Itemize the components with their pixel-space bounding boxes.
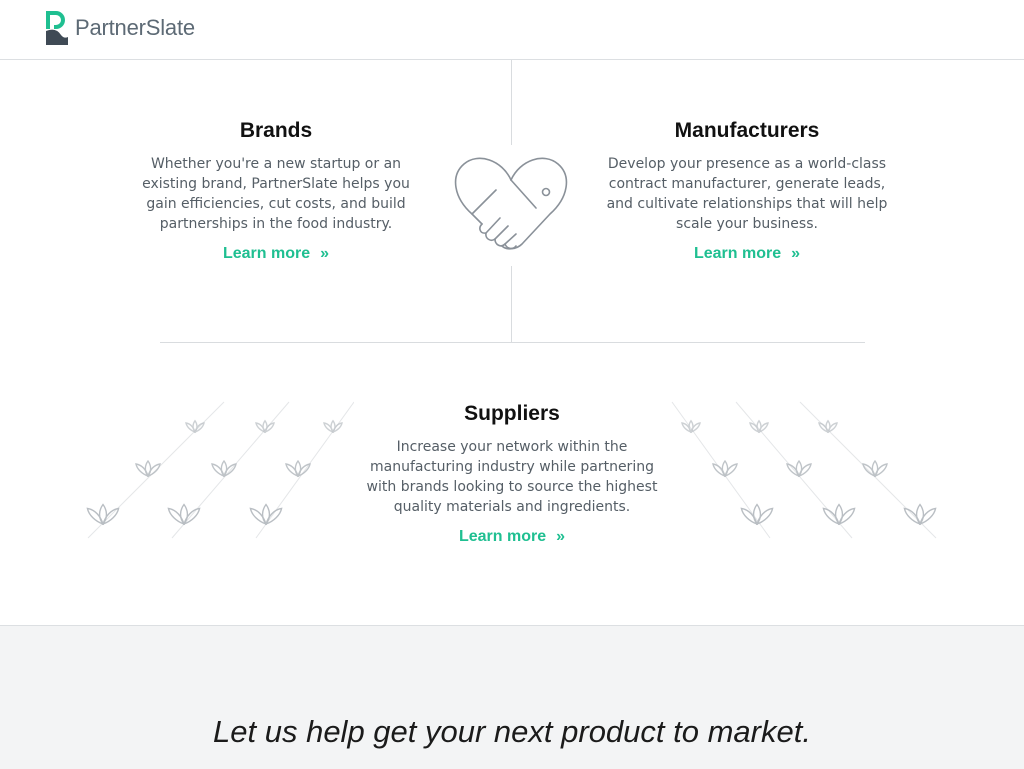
manufacturers-description: Develop your presence as a world-class c… <box>606 156 888 232</box>
vertical-divider-top <box>511 60 512 145</box>
sprout-icon <box>167 503 201 526</box>
suppliers-description: Increase your network within the manufac… <box>366 439 658 515</box>
learn-more-label: Learn more <box>458 528 547 545</box>
sprout-icon <box>681 419 701 434</box>
site-header: PartnerSlate <box>0 0 1024 60</box>
sprout-icon <box>135 459 161 478</box>
handshake-heart-icon <box>454 157 568 250</box>
sprout-pattern-right <box>671 401 937 539</box>
vertical-divider-bottom <box>511 266 512 342</box>
suppliers-learn-more-link[interactable]: Learn more » <box>459 528 565 546</box>
chevron-right-icon: » <box>791 245 801 262</box>
sprout-icon <box>249 503 283 526</box>
diagonal-stem-line <box>671 401 771 539</box>
sprout-icon <box>903 503 937 526</box>
brands-description: Whether you're a new startup or an exist… <box>142 156 410 232</box>
chevron-right-icon: » <box>556 528 566 545</box>
logo-link[interactable]: PartnerSlate <box>46 11 195 45</box>
partnerslate-logo-icon <box>46 11 68 45</box>
sprout-icon <box>818 419 838 434</box>
horizontal-divider <box>160 342 865 343</box>
learn-more-label: Learn more <box>693 245 782 262</box>
sprout-icon <box>749 419 769 434</box>
diagonal-stem-line <box>255 401 354 539</box>
manufacturers-title: Manufacturers <box>674 119 820 142</box>
sprout-icon <box>822 503 856 526</box>
brands-section: Brands Whether you're a new startup or a… <box>140 118 412 263</box>
sprout-icon <box>786 459 812 478</box>
manufacturers-learn-more-link[interactable]: Learn more » <box>694 245 800 263</box>
suppliers-section: Suppliers Increase your network within t… <box>366 401 658 546</box>
brands-learn-more-link[interactable]: Learn more » <box>223 245 329 263</box>
sprout-icon <box>86 503 120 526</box>
sprout-icon <box>185 419 205 434</box>
sprout-icon <box>740 503 774 526</box>
diagonal-stem-line <box>799 401 937 539</box>
logo-text: PartnerSlate <box>75 15 195 40</box>
brands-title: Brands <box>239 119 313 142</box>
diagonal-stem-line <box>171 401 290 539</box>
learn-more-label: Learn more <box>222 245 311 262</box>
cta-headline: Let us help get your next product to mar… <box>213 714 811 749</box>
chevron-right-icon: » <box>320 245 330 262</box>
suppliers-title: Suppliers <box>464 402 560 425</box>
manufacturers-section: Manufacturers Develop your presence as a… <box>605 118 889 263</box>
sprout-pattern-left <box>86 401 354 539</box>
